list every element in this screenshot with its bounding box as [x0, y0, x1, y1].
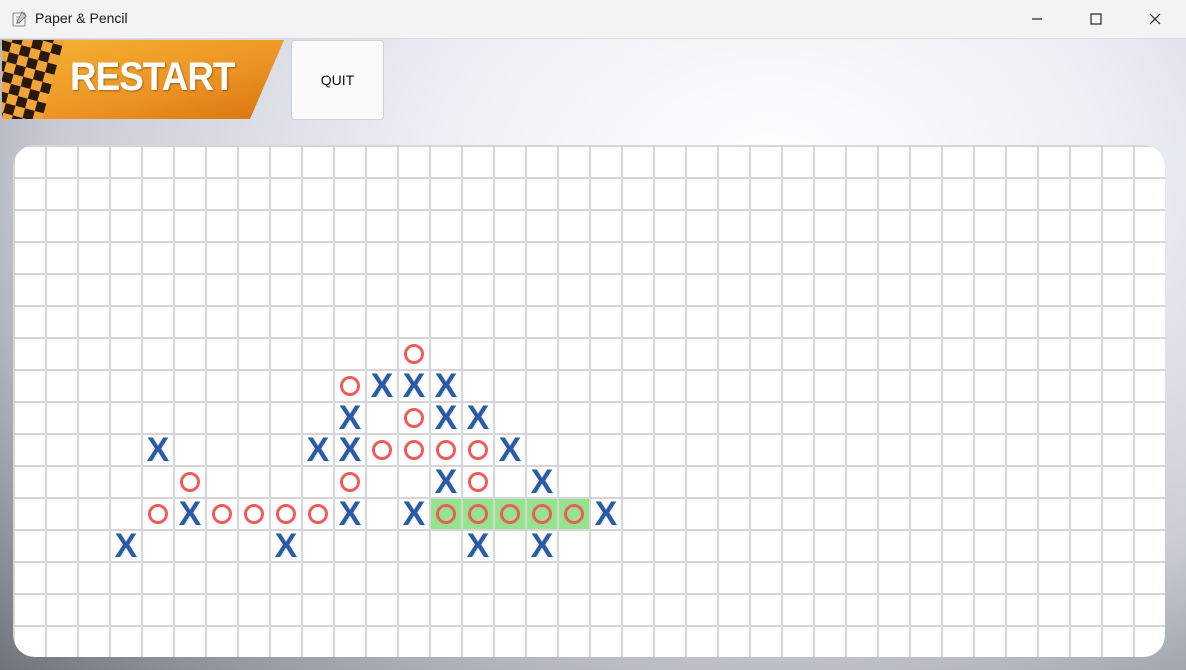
- title-bar: Paper & Pencil: [0, 0, 1186, 39]
- board-cell[interactable]: [271, 499, 301, 529]
- board-cell[interactable]: [463, 435, 493, 465]
- board-cell[interactable]: X: [175, 495, 205, 533]
- close-button[interactable]: [1126, 0, 1184, 38]
- o-mark-icon: [340, 472, 360, 492]
- board-cell[interactable]: X: [463, 399, 493, 437]
- o-mark-icon: [500, 504, 520, 524]
- minimize-icon: [1032, 18, 1042, 20]
- o-mark-icon: [244, 504, 264, 524]
- x-mark-icon: X: [402, 495, 426, 533]
- x-mark-icon: X: [306, 431, 330, 469]
- minimize-button[interactable]: [1008, 0, 1066, 38]
- x-mark-icon: X: [114, 527, 138, 565]
- board-cell[interactable]: [335, 467, 365, 497]
- board-cell[interactable]: [399, 339, 429, 369]
- x-mark-icon: X: [338, 495, 362, 533]
- o-mark-icon: [468, 440, 488, 460]
- restart-button[interactable]: RESTART: [2, 40, 284, 119]
- x-mark-icon: X: [370, 367, 394, 405]
- board-cell[interactable]: X: [527, 463, 557, 501]
- board-cell[interactable]: [399, 403, 429, 433]
- game-board[interactable]: XXXXXXXXXXXXXXXXXXXX: [13, 145, 1165, 657]
- board-cell[interactable]: X: [399, 367, 429, 405]
- board-cell[interactable]: X: [303, 431, 333, 469]
- board-cell[interactable]: [207, 499, 237, 529]
- x-mark-icon: X: [466, 527, 490, 565]
- o-mark-icon: [436, 504, 456, 524]
- board-cell[interactable]: [527, 499, 557, 529]
- quit-button[interactable]: QUIT: [291, 40, 384, 120]
- board-cell[interactable]: [495, 499, 525, 529]
- board-cell[interactable]: X: [111, 527, 141, 565]
- o-mark-icon: [212, 504, 232, 524]
- x-mark-icon: X: [594, 495, 618, 533]
- board-cell[interactable]: [143, 499, 173, 529]
- board-cell[interactable]: X: [271, 527, 301, 565]
- o-mark-icon: [564, 504, 584, 524]
- x-mark-icon: X: [466, 399, 490, 437]
- board-cell[interactable]: X: [367, 367, 397, 405]
- board-cell[interactable]: X: [143, 431, 173, 469]
- board-cell[interactable]: [303, 499, 333, 529]
- board-cell[interactable]: X: [399, 495, 429, 533]
- o-mark-icon: [532, 504, 552, 524]
- board-cell[interactable]: [463, 467, 493, 497]
- board-cell[interactable]: X: [527, 527, 557, 565]
- o-mark-icon: [148, 504, 168, 524]
- o-mark-icon: [404, 408, 424, 428]
- x-mark-icon: X: [498, 431, 522, 469]
- o-mark-icon: [468, 504, 488, 524]
- o-mark-icon: [404, 344, 424, 364]
- x-mark-icon: X: [434, 399, 458, 437]
- board-cell[interactable]: X: [431, 367, 461, 405]
- x-mark-icon: X: [434, 367, 458, 405]
- board-cell[interactable]: X: [495, 431, 525, 469]
- window-title: Paper & Pencil: [35, 10, 128, 26]
- x-mark-icon: X: [178, 495, 202, 533]
- o-mark-icon: [276, 504, 296, 524]
- x-mark-icon: X: [274, 527, 298, 565]
- board-cell[interactable]: X: [431, 399, 461, 437]
- board-cell[interactable]: [399, 435, 429, 465]
- o-mark-icon: [468, 472, 488, 492]
- o-mark-icon: [372, 440, 392, 460]
- close-icon: [1149, 13, 1161, 25]
- maximize-button[interactable]: [1067, 0, 1125, 38]
- x-mark-icon: X: [338, 399, 362, 437]
- o-mark-icon: [308, 504, 328, 524]
- x-mark-icon: X: [530, 527, 554, 565]
- o-mark-icon: [436, 440, 456, 460]
- board-cell[interactable]: [559, 499, 589, 529]
- board-cell[interactable]: [367, 435, 397, 465]
- maximize-icon: [1090, 13, 1102, 25]
- board-cell[interactable]: [335, 371, 365, 401]
- board-cell[interactable]: X: [335, 399, 365, 437]
- restart-label: RESTART: [70, 55, 236, 99]
- board-cell[interactable]: X: [335, 495, 365, 533]
- board-cell[interactable]: X: [591, 495, 621, 533]
- board-cell[interactable]: [175, 467, 205, 497]
- o-mark-icon: [180, 472, 200, 492]
- o-mark-icon: [340, 376, 360, 396]
- board-cell[interactable]: X: [431, 463, 461, 501]
- board-cell[interactable]: [463, 499, 493, 529]
- x-mark-icon: X: [530, 463, 554, 501]
- x-mark-icon: X: [146, 431, 170, 469]
- paper-pencil-app-icon: [12, 11, 27, 27]
- board-cell[interactable]: [431, 499, 461, 529]
- o-mark-icon: [404, 440, 424, 460]
- board-cell[interactable]: X: [463, 527, 493, 565]
- board-cell[interactable]: [431, 435, 461, 465]
- x-mark-icon: X: [338, 431, 362, 469]
- x-mark-icon: X: [402, 367, 426, 405]
- board-cell[interactable]: [239, 499, 269, 529]
- board-cell[interactable]: X: [335, 431, 365, 469]
- x-mark-icon: X: [434, 463, 458, 501]
